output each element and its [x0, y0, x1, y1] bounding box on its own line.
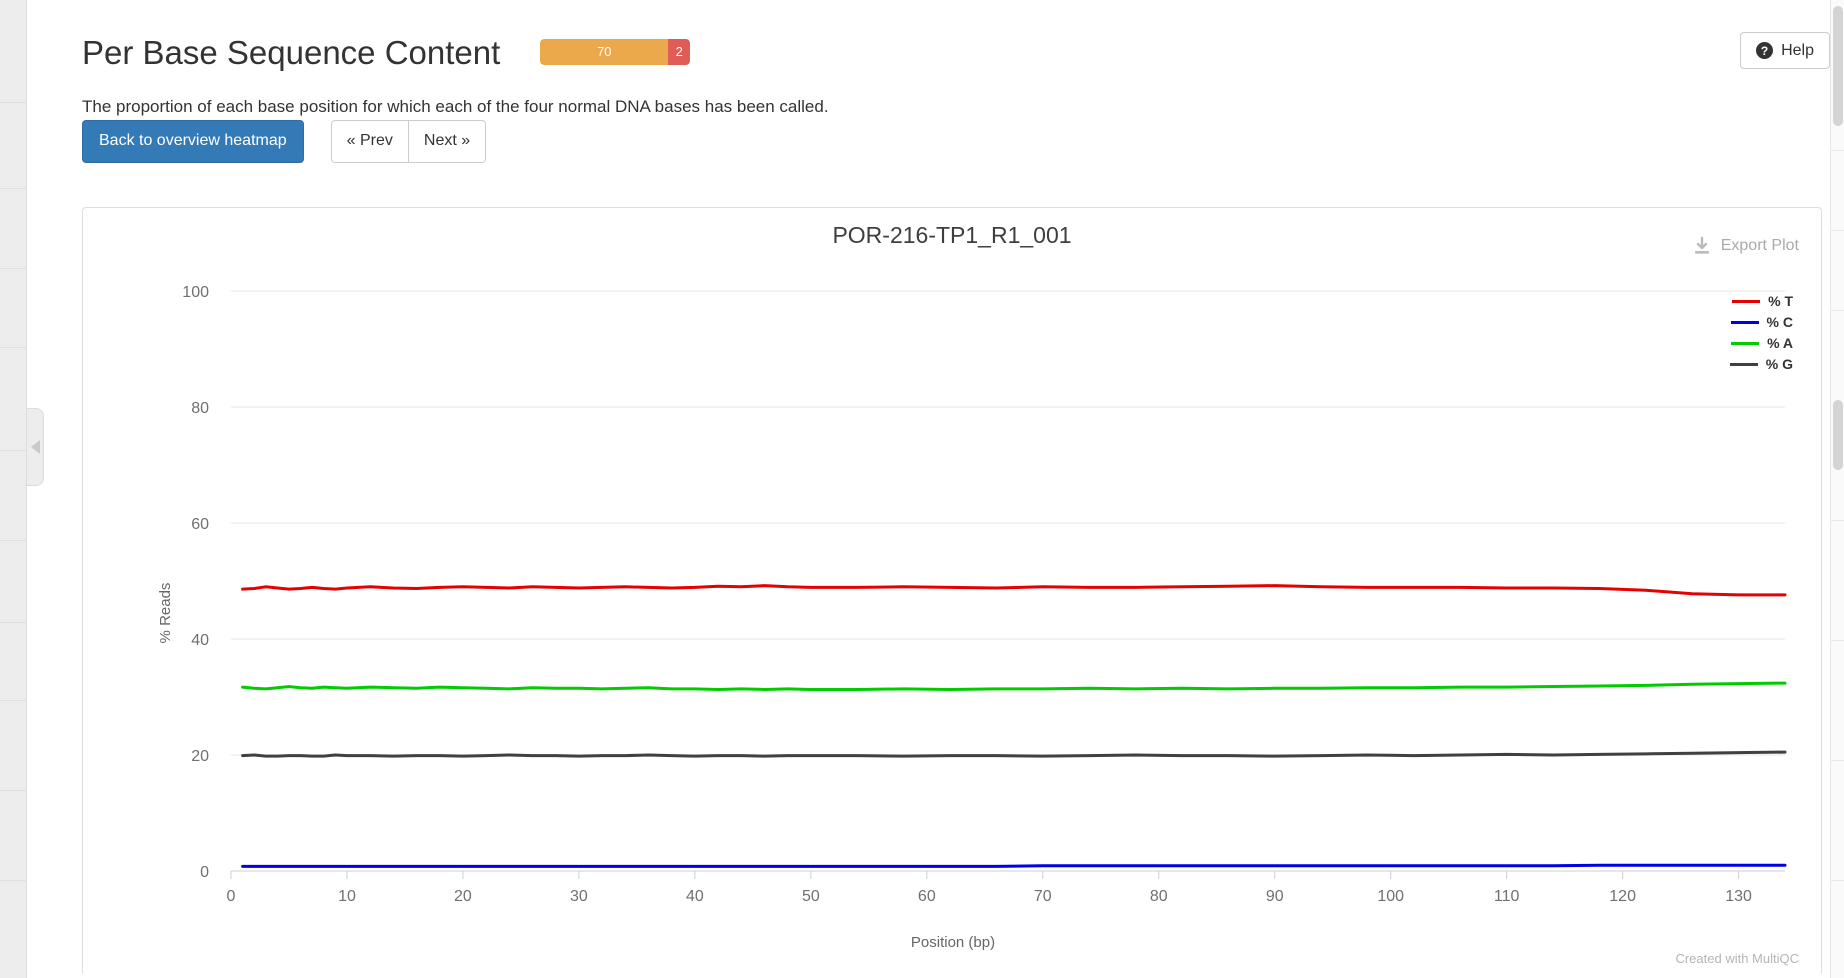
prev-button[interactable]: « Prev — [330, 120, 409, 163]
rail-divider — [0, 880, 27, 881]
x-axis-tick-label: 40 — [686, 888, 704, 905]
line-chart-svg[interactable]: 0 20 40 60 80 100 0 10 20 30 40 50 60 70 80 90 100 110 120… — [83, 263, 1823, 963]
scroll-tick — [1830, 150, 1844, 151]
y-axis-label: % Reads — [156, 582, 174, 644]
series-line-a[interactable] — [241, 681, 1787, 691]
multiqc-credit: Created with MultiQC — [1675, 951, 1799, 966]
series-line-c[interactable] — [241, 863, 1787, 868]
y-axis-tick-label: 40 — [191, 632, 209, 649]
module-header: Per Base Sequence Content 70 2 The propo… — [82, 28, 1822, 118]
x-axis-tick-label: 30 — [570, 888, 588, 905]
rail-divider — [0, 188, 27, 189]
series-line-g[interactable] — [241, 750, 1787, 758]
next-button[interactable]: Next » — [408, 120, 487, 163]
rail-divider — [0, 102, 27, 103]
scrollbar-thumb[interactable] — [1833, 400, 1843, 470]
plot-navigation-toolbar: Back to overview heatmap « Prev Next » — [82, 120, 487, 163]
rail-divider — [0, 790, 27, 791]
help-button[interactable]: ? Help — [1740, 32, 1830, 69]
x-axis-tick-label: 90 — [1266, 888, 1284, 905]
scrollbar-thumb[interactable] — [1833, 6, 1843, 126]
rail-divider — [0, 450, 27, 451]
status-badge-fail-count: 2 — [668, 39, 691, 65]
scroll-tick — [1830, 230, 1844, 231]
question-circle-icon: ? — [1756, 42, 1774, 59]
x-axis-tick-label: 50 — [802, 888, 820, 905]
export-plot-label: Export Plot — [1720, 237, 1799, 254]
scroll-tick — [1830, 760, 1844, 761]
x-axis-tick-label: 80 — [1150, 888, 1168, 905]
help-button-label: Help — [1781, 41, 1814, 59]
y-axis-tick-label: 20 — [191, 748, 209, 765]
page-scrollbar[interactable] — [1830, 0, 1844, 978]
y-axis-tick-label: 80 — [191, 400, 209, 417]
x-axis-tick-label: 70 — [1034, 888, 1052, 905]
title-row: Per Base Sequence Content 70 2 — [82, 28, 1822, 76]
scroll-tick — [1830, 640, 1844, 641]
x-axis-tick-label: 130 — [1725, 888, 1752, 905]
x-axis-tick-label: 20 — [454, 888, 472, 905]
sidebar-toggle-button[interactable] — [27, 408, 44, 486]
rail-divider — [0, 540, 27, 541]
status-badge[interactable]: 70 2 — [540, 39, 691, 65]
rail-divider — [0, 268, 27, 269]
y-axis-tick-label: 60 — [191, 516, 209, 533]
x-axis-tick-label: 60 — [918, 888, 936, 905]
x-axis-tick-label: 10 — [338, 888, 356, 905]
x-axis-tick-label: 0 — [227, 888, 236, 905]
series-line-t[interactable] — [241, 584, 1787, 597]
rail-divider — [0, 622, 27, 623]
scroll-tick — [1830, 880, 1844, 881]
main-content: Per Base Sequence Content 70 2 The propo… — [44, 0, 1830, 978]
y-axis-tick-label: 0 — [200, 864, 209, 881]
x-axis-tick-label: 100 — [1377, 888, 1404, 905]
status-badge-pass-count: 70 — [540, 39, 669, 65]
scroll-tick — [1830, 520, 1844, 521]
y-axis-tick-label: 100 — [182, 284, 209, 301]
x-axis-tick-label: 110 — [1494, 888, 1520, 905]
chart-area[interactable]: % Reads 0 20 40 60 80 100 0 10 20 30 40 50 60 70 80 90 1… — [83, 263, 1823, 963]
export-plot-button[interactable]: Export Plot — [1692, 236, 1799, 256]
download-icon — [1694, 236, 1709, 254]
module-description: The proportion of each base position for… — [82, 97, 829, 116]
collapsed-sidebar-rail — [0, 0, 27, 978]
scroll-tick — [1830, 310, 1844, 311]
x-axis-tick-label: 120 — [1609, 888, 1636, 905]
back-to-overview-heatmap-button[interactable]: Back to overview heatmap — [82, 120, 304, 163]
rail-divider — [0, 700, 27, 701]
chart-title: POR-216-TP1_R1_001 — [832, 222, 1072, 248]
chevron-left-icon — [30, 440, 40, 454]
rail-divider — [0, 347, 27, 348]
x-axis-label: Position (bp) — [910, 934, 996, 951]
prev-next-button-group: « Prev Next » — [330, 120, 487, 163]
plot-panel: POR-216-TP1_R1_001 Export Plot % T% C% A… — [82, 207, 1822, 974]
page-title: Per Base Sequence Content — [82, 33, 501, 71]
